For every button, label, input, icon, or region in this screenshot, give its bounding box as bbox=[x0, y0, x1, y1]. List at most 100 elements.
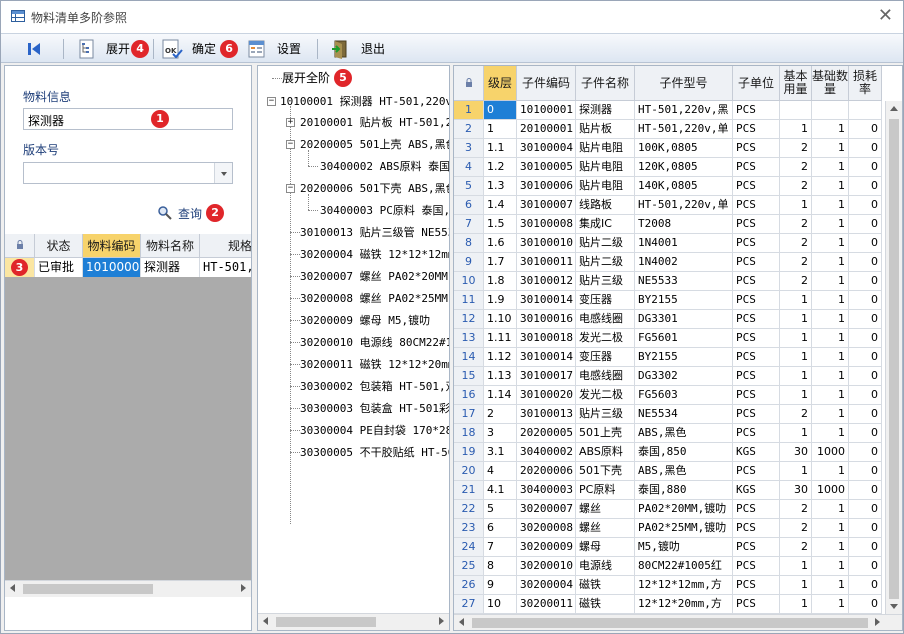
col-child-model-header[interactable]: 子件型号 bbox=[635, 66, 733, 100]
tree-node[interactable]: 30100013 贴片三级管 NE553 bbox=[300, 223, 449, 241]
tree-node[interactable]: 30200007 螺丝 PA02*20MM,镀 bbox=[300, 267, 449, 285]
scroll-left-icon[interactable] bbox=[263, 617, 268, 625]
scroll-down-icon[interactable] bbox=[890, 604, 898, 609]
cell-child-model: 12*12*12mm,方 bbox=[635, 576, 733, 595]
col-child-name-header[interactable]: 子件名称 bbox=[576, 66, 635, 100]
tree-horizontal-scrollbar[interactable] bbox=[258, 613, 449, 630]
scroll-up-icon[interactable] bbox=[890, 106, 898, 111]
detail-row[interactable]: 22 5 30200007 螺丝 PA02*20MM,镀叻 PCS 2 1 0 bbox=[454, 500, 882, 519]
cell-child-code: 30100011 bbox=[517, 253, 576, 272]
detail-row[interactable]: 7 1.5 30100008 集成IC T2008 PCS 2 1 0 bbox=[454, 215, 882, 234]
left-horizontal-scrollbar[interactable] bbox=[5, 580, 251, 597]
close-icon[interactable]: ✕ bbox=[878, 6, 893, 26]
col-name-header[interactable]: 物料名称 bbox=[141, 234, 200, 257]
detail-row[interactable]: 15 1.13 30100017 电感线圈 DG3302 PCS 1 1 0 bbox=[454, 367, 882, 386]
cell-loss-rate: 0 bbox=[849, 405, 882, 424]
detail-row[interactable]: 6 1.4 30100007 线路板 HT-501,220v,单 PCS 1 1 0 bbox=[454, 196, 882, 215]
scroll-right-icon[interactable] bbox=[241, 584, 246, 592]
scroll-thumb[interactable] bbox=[472, 618, 868, 628]
exit-button[interactable]: 退出 bbox=[331, 34, 385, 63]
scroll-right-icon[interactable] bbox=[875, 618, 880, 626]
material-input[interactable]: 探测器 bbox=[23, 108, 233, 130]
tree-node[interactable]: 30300004 PE自封袋 170*280 bbox=[300, 421, 449, 439]
col-base-usage-header[interactable]: 基本用量 bbox=[780, 66, 812, 100]
tree-node[interactable]: 30200004 磁铁 12*12*12mm, bbox=[300, 245, 449, 263]
detail-row[interactable]: 3 1.1 30100004 贴片电阻 100K,0805 PCS 2 1 0 bbox=[454, 139, 882, 158]
scroll-thumb[interactable] bbox=[276, 617, 376, 627]
tree-node[interactable]: 20200005 501上壳 ABS,黑色 bbox=[300, 135, 449, 153]
detail-row[interactable]: 10 1.8 30100012 贴片三级 NE5533 PCS 2 1 0 bbox=[454, 272, 882, 291]
lock-column-header[interactable] bbox=[5, 234, 35, 257]
collapse-icon[interactable]: − bbox=[286, 140, 295, 149]
scroll-left-icon[interactable] bbox=[10, 584, 15, 592]
cell-base-qty: 1 bbox=[812, 253, 849, 272]
tree-node[interactable]: 30400003 PC原料 泰国,8 bbox=[320, 201, 449, 219]
detail-row[interactable]: 1 0 10100001 探测器 HT-501,220v,黑 PCS bbox=[454, 101, 882, 120]
query-button[interactable]: 查询 2 bbox=[157, 204, 225, 222]
detail-row[interactable]: 8 1.6 30100010 贴片二级 1N4001 PCS 2 1 0 bbox=[454, 234, 882, 253]
detail-row[interactable]: 5 1.3 30100006 贴片电阻 140K,0805 PCS 2 1 0 bbox=[454, 177, 882, 196]
tree-node[interactable]: 30300002 包装箱 HT-501,双 bbox=[300, 377, 449, 395]
detail-row[interactable]: 11 1.9 30100014 变压器 BY2155 PCS 1 1 0 bbox=[454, 291, 882, 310]
col-spec-header[interactable]: 规格 bbox=[200, 234, 251, 257]
col-child-unit-header[interactable]: 子单位 bbox=[733, 66, 780, 100]
tree-node[interactable]: 30200011 磁铁 12*12*20mm, bbox=[300, 355, 449, 373]
tree-node[interactable]: 20200006 501下壳 ABS,黑色 bbox=[300, 179, 449, 197]
detail-row[interactable]: 26 9 30200004 磁铁 12*12*12mm,方 PCS 1 1 0 bbox=[454, 576, 882, 595]
expand-icon[interactable]: + bbox=[286, 118, 295, 127]
cell-base-qty: 1 bbox=[812, 272, 849, 291]
collapse-icon[interactable]: − bbox=[286, 184, 295, 193]
detail-row[interactable]: 4 1.2 30100005 贴片电阻 120K,0805 PCS 2 1 0 bbox=[454, 158, 882, 177]
scroll-right-icon[interactable] bbox=[439, 617, 444, 625]
detail-row[interactable]: 2 1 20100001 贴片板 HT-501,220v,单 PCS 1 1 0 bbox=[454, 120, 882, 139]
col-loss-rate-header[interactable]: 损耗率 bbox=[849, 66, 882, 100]
col-level-header[interactable]: 级层 bbox=[484, 66, 517, 100]
tree-node[interactable]: 30200009 螺母 M5,镀叻 bbox=[300, 311, 430, 329]
detail-row[interactable]: 13 1.11 30100018 发光二极 FG5601 PCS 1 1 0 bbox=[454, 329, 882, 348]
col-base-qty-header[interactable]: 基础数量 bbox=[812, 66, 849, 100]
cell-unit: PCS bbox=[733, 101, 780, 120]
col-code-header[interactable]: 物料编码 bbox=[83, 234, 141, 257]
detail-row[interactable]: 12 1.10 30100016 电感线圈 DG3301 PCS 1 1 0 bbox=[454, 310, 882, 329]
confirm-button[interactable]: OK 确定 6 bbox=[161, 34, 239, 63]
result-row-selected[interactable]: 3 已审批 10100001 探测器 HT-501,220v, bbox=[5, 258, 251, 277]
col-status-header[interactable]: 状态 bbox=[35, 234, 83, 257]
first-record-button[interactable] bbox=[25, 34, 43, 63]
detail-row[interactable]: 17 2 30100013 贴片三级 NE5534 PCS 2 1 0 bbox=[454, 405, 882, 424]
bom-tree-pane: 展开全阶 5 − 10100001 探测器 HT-501,220v, + 201… bbox=[257, 65, 450, 631]
version-select[interactable] bbox=[23, 162, 233, 184]
detail-row[interactable]: 25 8 30200010 电源线 80CM22#1005红 PCS 1 1 0 bbox=[454, 557, 882, 576]
cell-level: 1.4 bbox=[484, 196, 517, 215]
scroll-thumb[interactable] bbox=[889, 119, 899, 599]
col-child-code-header[interactable]: 子件编码 bbox=[517, 66, 576, 100]
settings-button[interactable]: 设置 bbox=[247, 34, 301, 63]
tree-node[interactable]: 30200010 电源线 80CM22#10 bbox=[300, 333, 449, 351]
detail-row[interactable]: 23 6 30200008 螺丝 PA02*25MM,镀叻 PCS 2 1 0 bbox=[454, 519, 882, 538]
tree-node[interactable]: 30200008 螺丝 PA02*25MM,镀 bbox=[300, 289, 449, 307]
expand-button[interactable]: 展开 4 bbox=[77, 34, 150, 63]
tree-node[interactable]: 30300003 包装盒 HT-501彩盒 bbox=[300, 399, 449, 417]
cell-child-name: 发光二极 bbox=[576, 386, 635, 405]
detail-row[interactable]: 16 1.14 30100020 发光二极 FG5603 PCS 1 1 0 bbox=[454, 386, 882, 405]
chevron-down-icon[interactable] bbox=[214, 163, 232, 183]
tree-node[interactable]: 30300005 不干胶贴纸 HT-50 bbox=[300, 443, 449, 461]
lock-column-header[interactable] bbox=[454, 66, 484, 100]
detail-row[interactable]: 9 1.7 30100011 贴片二级 1N4002 PCS 2 1 0 bbox=[454, 253, 882, 272]
detail-horizontal-scrollbar[interactable] bbox=[454, 614, 902, 630]
detail-row[interactable]: 27 10 30200011 磁铁 12*12*20mm,方 PCS 1 1 0 bbox=[454, 595, 882, 614]
detail-row[interactable]: 24 7 30200009 螺母 M5,镀叻 PCS 2 1 0 bbox=[454, 538, 882, 557]
detail-vertical-scrollbar[interactable] bbox=[885, 101, 902, 614]
scroll-thumb[interactable] bbox=[23, 584, 153, 594]
detail-row[interactable]: 14 1.12 30100014 变压器 BY2155 PCS 1 1 0 bbox=[454, 348, 882, 367]
tree-node-root[interactable]: 10100001 探测器 HT-501,220v, bbox=[280, 92, 449, 110]
tree-expand-all[interactable]: 展开全阶 bbox=[282, 69, 330, 87]
detail-row[interactable]: 20 4 20200006 501下壳 ABS,黑色 PCS 1 1 0 bbox=[454, 462, 882, 481]
detail-row[interactable]: 19 3.1 30400002 ABS原料 泰国,850 KGS 30 1000 0 bbox=[454, 443, 882, 462]
tree-node[interactable]: 30400002 ABS原料 泰国,8 bbox=[320, 157, 449, 175]
tree-node[interactable]: 20100001 贴片板 HT-501,220 bbox=[300, 113, 449, 131]
cell-base-qty: 1 bbox=[812, 500, 849, 519]
collapse-icon[interactable]: − bbox=[267, 97, 276, 106]
scroll-left-icon[interactable] bbox=[459, 618, 464, 626]
detail-row[interactable]: 18 3 20200005 501上壳 ABS,黑色 PCS 1 1 0 bbox=[454, 424, 882, 443]
detail-row[interactable]: 21 4.1 30400003 PC原料 泰国,880 KGS 30 1000 0 bbox=[454, 481, 882, 500]
